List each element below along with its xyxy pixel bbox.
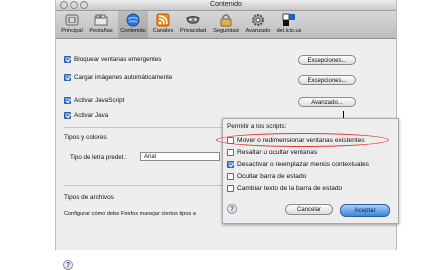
file-types-description: Configurar cómo debe Firefox manejar cie…	[64, 211, 196, 217]
file-types-section-title: Tipos de archivos	[64, 194, 114, 201]
hide-status-bar-option[interactable]: Ocultar barra de estado	[227, 172, 306, 182]
fonts-section-title: Tipos y colores	[64, 134, 107, 141]
sheet-help-button[interactable]: ?	[227, 204, 237, 214]
status-text-checkbox[interactable]	[227, 184, 234, 192]
popup-exceptions-button[interactable]: Excepciones...	[298, 55, 356, 65]
tab-pestanas[interactable]: Pestañas	[87, 11, 115, 38]
status-text-label: Cambiar texto de la barra de estado	[237, 185, 343, 192]
enable-javascript-label: Activar JavaScript	[74, 97, 125, 104]
image-exceptions-button[interactable]: Excepciones...	[298, 75, 356, 85]
block-popups-checkbox[interactable]	[64, 55, 71, 63]
block-popups-label: Bloquear ventanas emergentes	[74, 56, 162, 63]
mask-icon	[186, 16, 200, 24]
tabs-icon	[94, 14, 108, 26]
tab-delicious[interactable]: del.icio.us	[275, 11, 303, 38]
feed-icon	[156, 13, 170, 27]
enable-javascript-option[interactable]: Activar JavaScript	[64, 96, 124, 106]
tab-seguridad[interactable]: Seguridad	[211, 11, 241, 38]
globe-icon	[126, 13, 140, 27]
default-font-select[interactable]: Arial	[140, 152, 220, 161]
javascript-advanced-button[interactable]: Avanzado...	[298, 97, 356, 107]
help-button[interactable]: ?	[63, 260, 73, 270]
block-popups-option[interactable]: Bloquear ventanas emergentes	[64, 55, 162, 65]
context-menu-option[interactable]: Desactivar o reemplazar menús contextual…	[227, 160, 369, 170]
enable-java-checkbox[interactable]	[64, 111, 71, 119]
sheet-header: Permitir a los scripts:	[227, 123, 287, 130]
context-menu-checkbox[interactable]	[227, 160, 234, 168]
enable-javascript-checkbox[interactable]	[64, 96, 71, 104]
tab-privacidad[interactable]: Privacidad	[178, 11, 208, 38]
context-menu-label: Desactivar o reemplazar menús contextual…	[237, 161, 369, 168]
gear-icon	[252, 14, 264, 26]
lock-icon	[220, 14, 232, 27]
hide-status-bar-label: Ocultar barra de estado	[237, 173, 307, 180]
switch-icon	[65, 14, 79, 26]
status-text-option[interactable]: Cambiar texto de la barra de estado	[227, 184, 342, 194]
raise-lower-checkbox[interactable]	[227, 148, 234, 156]
tab-label: del.icio.us	[276, 28, 302, 34]
default-font-label: Tipo de letra predet.:	[70, 154, 127, 161]
preferences-toolbar: Principal Pestañas Contenido Canales Pri…	[56, 11, 396, 39]
hide-status-bar-checkbox[interactable]	[227, 172, 234, 180]
enable-java-option[interactable]: Activar Java	[64, 111, 108, 121]
cancel-button[interactable]: Cancelar	[285, 204, 333, 215]
title-bar: Contenido	[56, 0, 396, 11]
tab-avanzado[interactable]: Avanzado	[244, 11, 272, 38]
delicious-icon	[282, 13, 295, 26]
load-images-option[interactable]: Cargar imágenes automáticamente	[64, 73, 172, 83]
accept-button[interactable]: Aceptar	[340, 204, 390, 217]
tab-contenido[interactable]: Contenido	[118, 11, 148, 38]
raise-lower-label: Resaltar u ocultar ventanas	[237, 149, 318, 156]
window-title: Contenido	[210, 1, 242, 8]
enable-java-label: Activar Java	[74, 112, 109, 119]
highlight-ellipse	[216, 133, 389, 147]
raise-lower-option[interactable]: Resaltar u ocultar ventanas	[227, 148, 317, 158]
load-images-label: Cargar imágenes automáticamente	[74, 74, 173, 81]
load-images-checkbox[interactable]	[64, 73, 71, 81]
